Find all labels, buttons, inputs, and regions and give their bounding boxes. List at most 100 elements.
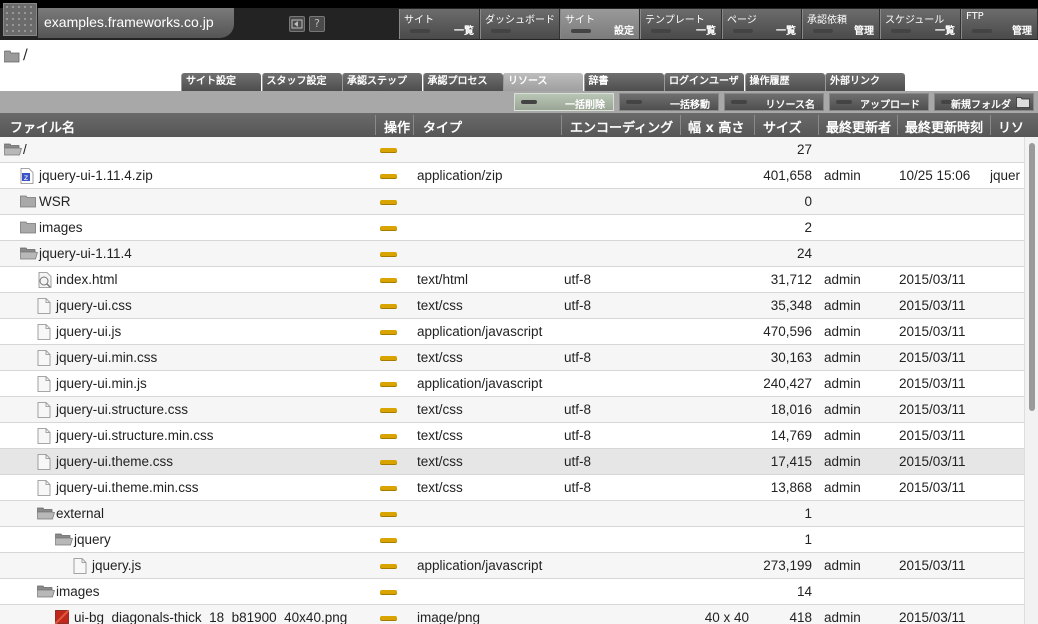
table-row[interactable]: WSR 0 (0, 189, 1024, 215)
table-row[interactable]: jquery-ui.theme.min.css text/css utf-8 13,8… (0, 475, 1024, 501)
file-name-link[interactable]: jquery-ui-1.11.4 (39, 246, 132, 261)
menu-item-title: サイト (404, 15, 434, 26)
file-name-link[interactable]: jquery-ui.theme.min.css (56, 480, 199, 495)
file-name-link[interactable]: ui-bg_diagonals-thick_18_b81900_40x40.pn… (74, 610, 347, 624)
file-name-link[interactable]: WSR (39, 194, 71, 209)
site-title-tab[interactable]: examples.frameworks.co.jp (38, 8, 234, 38)
operation-menu-button[interactable] (380, 382, 397, 386)
tab-6[interactable]: ログインユーザ (664, 73, 744, 91)
table-row[interactable]: images 14 (0, 579, 1024, 605)
col-updated-by[interactable]: 最終更新者 (826, 117, 891, 136)
menu-item-4[interactable]: ページ 一覧 (722, 9, 802, 39)
table-header: ファイル名 操作 タイプ エンコーディング 幅 x 高さ サイズ 最終更新者 最… (0, 113, 1038, 137)
file-name-link[interactable]: images (56, 584, 100, 599)
file-name-link[interactable]: jquery-ui.theme.css (56, 454, 173, 469)
file-name-link[interactable]: jquery.js (92, 558, 141, 573)
table-row[interactable]: jquery-ui.min.js application/javascript 24… (0, 371, 1024, 397)
tab-3[interactable]: 承認プロセス (422, 73, 503, 91)
operation-menu-button[interactable] (380, 252, 397, 256)
operation-menu-button[interactable] (380, 330, 397, 334)
table-row[interactable]: jquery-ui.min.css text/css utf-8 30,163 admi… (0, 345, 1024, 371)
table-row[interactable]: jquery-ui.structure.css text/css utf-8 18,0… (0, 397, 1024, 423)
table-row[interactable]: jquery.js application/javascript 273,199 ad… (0, 553, 1024, 579)
menu-item-0[interactable]: サイト一覧 (399, 9, 480, 39)
operation-menu-button[interactable] (380, 408, 397, 412)
tab-4[interactable]: リソース (503, 73, 583, 91)
menu-item-6[interactable]: スケジュール 一覧 (880, 9, 961, 39)
file-name-link[interactable]: index.html (56, 272, 118, 287)
operation-menu-button[interactable] (380, 226, 397, 230)
menu-item-7[interactable]: FTP 管理 (961, 9, 1038, 39)
action-button-4[interactable]: 新規フォルダ (934, 93, 1034, 111)
button-indicator (731, 100, 747, 104)
file-name-link[interactable]: jquery-ui.js (56, 324, 121, 339)
operation-menu-button[interactable] (380, 278, 397, 282)
file-name-link[interactable]: jquery-ui.structure.css (56, 402, 188, 417)
menu-item-3[interactable]: テンプレート 一覧 (640, 9, 722, 39)
menu-item-5[interactable]: 承認依頼 管理 (802, 9, 880, 39)
scrollbar-thumb[interactable] (1029, 143, 1035, 411)
table-row[interactable]: / 27 (0, 137, 1024, 163)
tab-8[interactable]: 外部リンク (825, 73, 905, 91)
tab-1[interactable]: スタッフ設定 (261, 73, 342, 91)
col-size[interactable]: サイズ (763, 117, 802, 136)
table-row[interactable]: jquery-ui-1.11.4 24 (0, 241, 1024, 267)
file-name-link[interactable]: external (56, 506, 104, 521)
file-name-link[interactable]: images (39, 220, 83, 235)
file-size: 1 (804, 506, 812, 521)
operation-menu-button[interactable] (380, 434, 397, 438)
menu-item-1[interactable]: ダッシュボード (480, 9, 560, 39)
help-icon[interactable]: ? (309, 16, 325, 32)
table-row[interactable]: index.html text/html utf-8 31,712 admin 2015/… (0, 267, 1024, 293)
operation-menu-button[interactable] (380, 200, 397, 204)
back-icon[interactable] (289, 16, 305, 32)
file-name-link[interactable]: jquery-ui.min.js (56, 376, 147, 391)
col-dimensions[interactable]: 幅 x 高さ (688, 117, 744, 136)
action-button-1[interactable]: 一括移動 (619, 93, 719, 111)
col-updated-at[interactable]: 最終更新時刻 (905, 117, 983, 136)
menu-item-sub: 一覧 (454, 26, 474, 37)
table-row[interactable]: ui-bg_diagonals-thick_18_b81900_40x40.pn… (0, 605, 1024, 624)
action-button-3[interactable]: アップロード (829, 93, 929, 111)
file-name-link[interactable]: jquery (74, 532, 111, 547)
operation-menu-button[interactable] (380, 174, 397, 178)
table-row[interactable]: jquery-ui.js application/javascript 470,59… (0, 319, 1024, 345)
file-name-link[interactable]: jquery-ui.min.css (56, 350, 157, 365)
table-row[interactable]: jquery-ui.structure.min.css text/css utf-8… (0, 423, 1024, 449)
operation-menu-button[interactable] (380, 356, 397, 360)
table-row[interactable]: external 1 (0, 501, 1024, 527)
operation-menu-button[interactable] (380, 460, 397, 464)
table-row[interactable]: jquery 1 (0, 527, 1024, 553)
file-name-link[interactable]: jquery-ui.css (56, 298, 132, 313)
tab-5[interactable]: 辞書 (583, 73, 664, 91)
tab-7[interactable]: 操作履歴 (744, 73, 825, 91)
table-row[interactable]: images 2 (0, 215, 1024, 241)
operation-menu-button[interactable] (380, 304, 397, 308)
table-row[interactable]: jquery-ui.theme.css text/css utf-8 17,415 ad… (0, 449, 1024, 475)
vertical-scrollbar[interactable] (1024, 137, 1038, 624)
file-name-link[interactable]: / (23, 142, 27, 157)
col-resource[interactable]: リソ (998, 117, 1024, 136)
table-row[interactable]: jquery-ui.css text/css utf-8 35,348 admin 201… (0, 293, 1024, 319)
operation-menu-button[interactable] (380, 486, 397, 490)
updated-by: admin (824, 272, 861, 287)
file-name-link[interactable]: jquery-ui.structure.min.css (56, 428, 214, 443)
logo-grid-icon[interactable] (3, 3, 37, 36)
action-button-0[interactable]: 一括削除 (514, 93, 614, 111)
col-type[interactable]: タイプ (423, 117, 462, 136)
menu-item-2[interactable]: サイト 設定 (560, 9, 640, 39)
table-row[interactable]: z jquery-ui-1.11.4.zip application/zip 401,… (0, 163, 1024, 189)
tab-2[interactable]: 承認ステップ (342, 73, 422, 91)
file-name-link[interactable]: jquery-ui-1.11.4.zip (39, 168, 153, 183)
action-button-2[interactable]: リソース名 (724, 93, 824, 111)
operation-menu-button[interactable] (380, 616, 397, 620)
operation-menu-button[interactable] (380, 564, 397, 568)
operation-menu-button[interactable] (380, 148, 397, 152)
operation-menu-button[interactable] (380, 538, 397, 542)
top-bar: examples.frameworks.co.jp ? サイト一覧 ダッシュボード… (0, 0, 1038, 40)
tab-0[interactable]: サイト設定 (181, 73, 261, 91)
operation-menu-button[interactable] (380, 590, 397, 594)
col-encoding[interactable]: エンコーディング (570, 117, 673, 136)
col-name[interactable]: ファイル名 (10, 117, 75, 136)
operation-menu-button[interactable] (380, 512, 397, 516)
